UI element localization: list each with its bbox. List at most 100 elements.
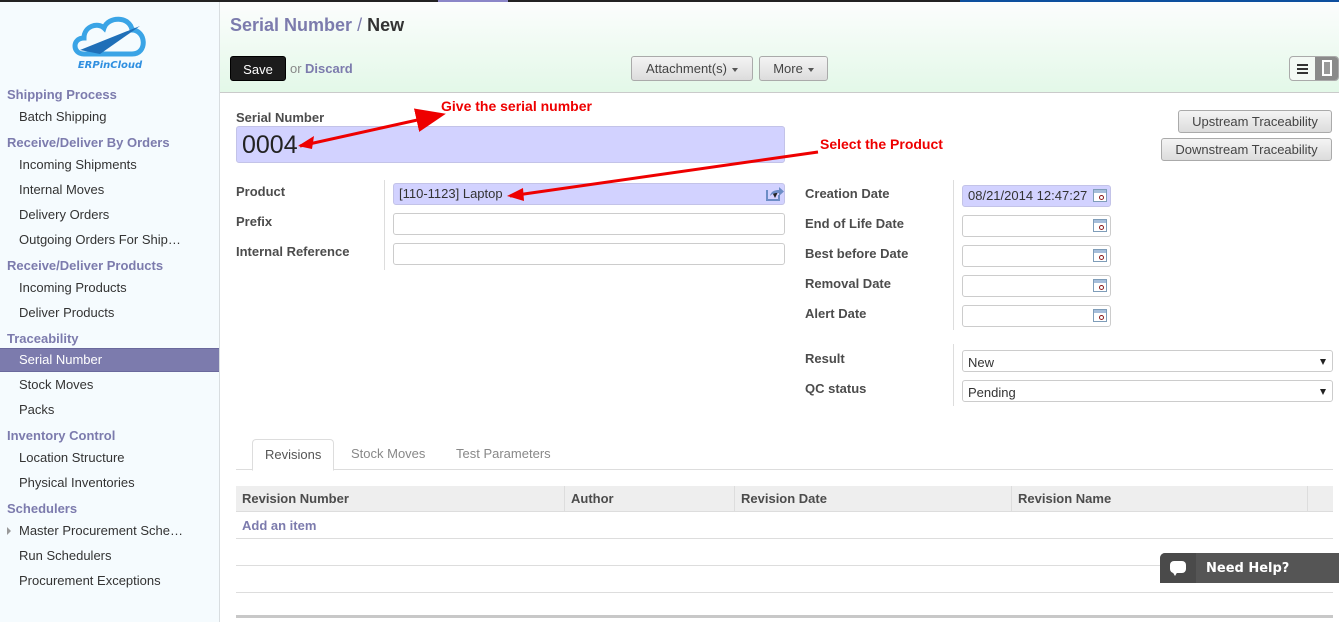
sidebar-item-incoming-shipments[interactable]: Incoming Shipments bbox=[0, 152, 219, 177]
annotation-product-hint: Select the Product bbox=[820, 136, 943, 152]
sidebar-item-outgoing-orders[interactable]: Outgoing Orders For Ship… bbox=[0, 227, 219, 252]
column-revision-date[interactable]: Revision Date bbox=[735, 486, 1012, 512]
column-revision-name[interactable]: Revision Name bbox=[1012, 486, 1308, 512]
sidebar-item-deliver-products[interactable]: Deliver Products bbox=[0, 300, 219, 325]
dropdown-arrow-icon[interactable] bbox=[1320, 359, 1326, 365]
sidebar-item-delivery-orders[interactable]: Delivery Orders bbox=[0, 202, 219, 227]
best-before-date-input[interactable] bbox=[962, 245, 1111, 267]
creation-date-input[interactable]: 08/21/2014 12:47:27 bbox=[962, 185, 1111, 207]
calendar-icon[interactable] bbox=[1093, 309, 1107, 322]
removal-date-input[interactable] bbox=[962, 275, 1111, 297]
caret-down-icon bbox=[731, 67, 738, 72]
table-footer bbox=[236, 615, 1333, 618]
discard-link[interactable]: Discard bbox=[305, 61, 353, 76]
sidebar-item-master-procurement[interactable]: Master Procurement Sche… bbox=[0, 518, 219, 543]
list-view-icon[interactable] bbox=[1290, 57, 1315, 80]
breadcrumb-parent[interactable]: Serial Number bbox=[230, 15, 352, 35]
table-header: Revision Number Author Revision Date Rev… bbox=[236, 486, 1333, 512]
attachments-label: Attachment(s) bbox=[646, 61, 727, 76]
qc-status-label: QC status bbox=[805, 381, 867, 396]
chat-bubble-icon bbox=[1170, 561, 1186, 576]
prefix-input[interactable] bbox=[393, 213, 785, 235]
best-before-date-label: Best before Date bbox=[805, 246, 909, 261]
result-value: New bbox=[968, 355, 995, 370]
view-switcher bbox=[1289, 56, 1339, 81]
end-of-life-date-label: End of Life Date bbox=[805, 216, 904, 231]
creation-date-label: Creation Date bbox=[805, 186, 890, 201]
or-text: or bbox=[290, 61, 302, 76]
creation-date-value: 08/21/2014 12:47:27 bbox=[968, 188, 1088, 203]
qc-status-value: Pending bbox=[968, 385, 1016, 400]
sidebar-item-run-schedulers[interactable]: Run Schedulers bbox=[0, 543, 219, 568]
attachments-dropdown[interactable]: Attachment(s) bbox=[631, 56, 753, 81]
table-row: Add an item bbox=[236, 512, 1333, 539]
product-select[interactable]: [110-1123] Laptop bbox=[393, 183, 785, 205]
sidebar-item-batch-shipping[interactable]: Batch Shipping bbox=[0, 104, 219, 129]
field-divider bbox=[384, 180, 385, 270]
logo[interactable]: ERPinCloud bbox=[70, 14, 150, 78]
notebook-tabs: Revisions Stock Moves Test Parameters bbox=[236, 439, 1333, 471]
product-value: [110-1123] Laptop bbox=[399, 186, 503, 201]
breadcrumb: Serial Number / New bbox=[230, 15, 404, 36]
sidebar-item-procurement-exceptions[interactable]: Procurement Exceptions bbox=[0, 568, 219, 593]
sidebar-menu: Shipping Process Batch Shipping Receive/… bbox=[0, 86, 219, 593]
help-icon-box bbox=[1160, 553, 1196, 583]
sidebar-item-physical-inventories[interactable]: Physical Inventories bbox=[0, 470, 219, 495]
sidebar: ERPinCloud Shipping Process Batch Shippi… bbox=[0, 2, 220, 622]
form-view-icon[interactable] bbox=[1315, 57, 1338, 80]
sidebar-section-inventory-control: Inventory Control bbox=[7, 428, 116, 443]
alert-date-input[interactable] bbox=[962, 305, 1111, 327]
sidebar-section-receive-deliver-products: Receive/Deliver Products bbox=[7, 258, 164, 273]
tab-stock-moves[interactable]: Stock Moves bbox=[339, 439, 437, 470]
need-help-label: Need Help? bbox=[1206, 561, 1290, 576]
logo-text: ERPinCloud bbox=[77, 60, 143, 71]
sidebar-item-internal-moves[interactable]: Internal Moves bbox=[0, 177, 219, 202]
result-select[interactable]: New bbox=[962, 350, 1333, 372]
external-link-icon[interactable] bbox=[765, 185, 785, 201]
sidebar-item-packs[interactable]: Packs bbox=[0, 397, 219, 422]
tab-revisions[interactable]: Revisions bbox=[252, 439, 335, 471]
annotation-serial-hint: Give the serial number bbox=[441, 98, 592, 114]
sidebar-section-shipping-process: Shipping Process bbox=[7, 87, 117, 102]
sidebar-item-stock-moves[interactable]: Stock Moves bbox=[0, 372, 219, 397]
dropdown-arrow-icon[interactable] bbox=[1320, 389, 1326, 395]
calendar-icon[interactable] bbox=[1093, 219, 1107, 232]
field-divider bbox=[953, 180, 954, 330]
removal-date-label: Removal Date bbox=[805, 276, 891, 291]
upstream-traceability-button[interactable]: Upstream Traceability bbox=[1178, 110, 1332, 133]
control-panel: Serial Number / New Save or Discard Atta… bbox=[220, 2, 1339, 93]
breadcrumb-separator: / bbox=[357, 15, 363, 35]
sidebar-item-label: Master Procurement Sche… bbox=[19, 523, 184, 538]
sidebar-section-traceability: Traceability bbox=[7, 331, 79, 346]
more-label: More bbox=[773, 61, 803, 76]
downstream-traceability-button[interactable]: Downstream Traceability bbox=[1161, 138, 1332, 161]
sidebar-section-receive-deliver-orders: Receive/Deliver By Orders bbox=[7, 135, 170, 150]
field-divider bbox=[953, 344, 954, 406]
calendar-icon[interactable] bbox=[1093, 279, 1107, 292]
sidebar-section-schedulers: Schedulers bbox=[7, 501, 78, 516]
add-item-link[interactable]: Add an item bbox=[242, 518, 316, 533]
calendar-icon[interactable] bbox=[1093, 249, 1107, 262]
serial-number-input[interactable]: 0004 bbox=[236, 126, 785, 163]
tab-test-parameters[interactable]: Test Parameters bbox=[444, 439, 563, 470]
save-button[interactable]: Save bbox=[230, 56, 286, 81]
calendar-icon[interactable] bbox=[1093, 189, 1107, 202]
internal-reference-input[interactable] bbox=[393, 243, 785, 265]
column-author[interactable]: Author bbox=[565, 486, 735, 512]
column-revision-number[interactable]: Revision Number bbox=[236, 486, 565, 512]
form-sheet: Serial Number 0004 Upstream Traceability… bbox=[220, 94, 1339, 622]
sidebar-item-location-structure[interactable]: Location Structure bbox=[0, 445, 219, 470]
breadcrumb-current: New bbox=[367, 15, 405, 35]
caret-down-icon bbox=[807, 67, 814, 72]
internal-reference-label: Internal Reference bbox=[236, 244, 350, 259]
serial-number-label: Serial Number bbox=[236, 110, 325, 125]
more-dropdown[interactable]: More bbox=[759, 56, 828, 81]
qc-status-select[interactable]: Pending bbox=[962, 380, 1333, 402]
sidebar-item-serial-number[interactable]: Serial Number bbox=[0, 348, 219, 372]
result-label: Result bbox=[805, 351, 845, 366]
end-of-life-date-input[interactable] bbox=[962, 215, 1111, 237]
sidebar-item-incoming-products[interactable]: Incoming Products bbox=[0, 275, 219, 300]
expand-caret-icon[interactable] bbox=[7, 527, 11, 535]
need-help-button[interactable]: Need Help? bbox=[1160, 553, 1339, 583]
alert-date-label: Alert Date bbox=[805, 306, 867, 321]
